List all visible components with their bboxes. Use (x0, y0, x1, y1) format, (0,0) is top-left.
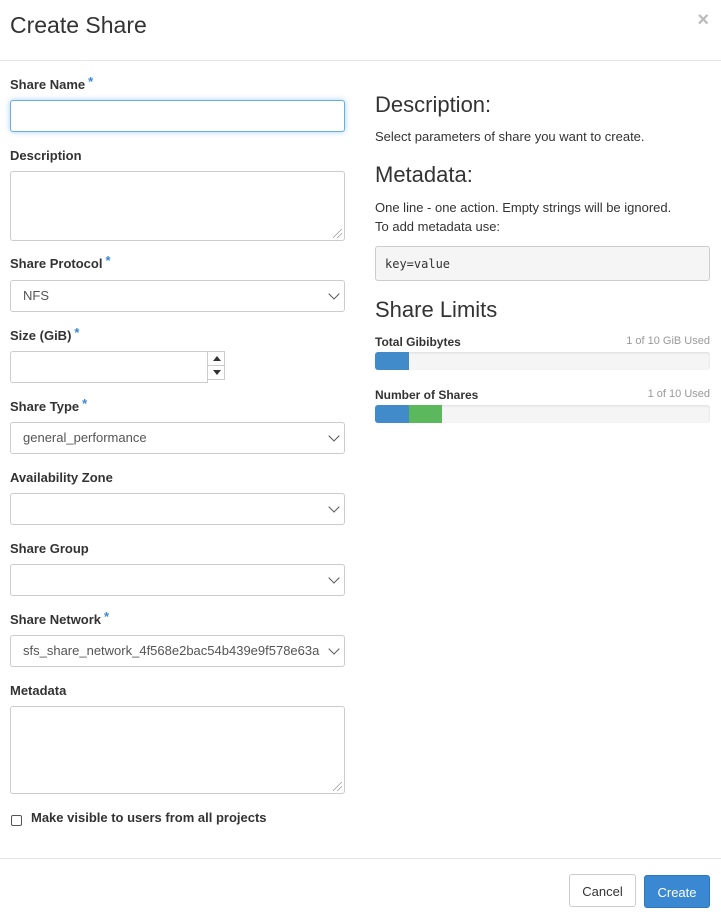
resize-grip-icon[interactable] (333, 782, 342, 791)
share-type-select[interactable]: general_performance (10, 422, 345, 454)
caret-down-icon (213, 370, 221, 375)
description-heading: Description: (375, 92, 492, 117)
shares-quota-used-text: 1 of 10 Used (647, 388, 710, 400)
required-marker: * (74, 325, 80, 340)
size-decrement-button[interactable] (207, 365, 225, 380)
metadata-label: Metadata (10, 683, 67, 698)
close-icon[interactable]: × (697, 10, 709, 30)
required-marker: * (105, 253, 111, 268)
share-group-select[interactable] (10, 564, 345, 596)
share-name-input[interactable] (10, 100, 345, 132)
share-limits-heading: Share Limits (375, 297, 498, 322)
public-checkbox[interactable] (11, 815, 22, 826)
caret-up-icon (213, 356, 221, 361)
shares-progress-bar (375, 405, 710, 423)
cancel-button[interactable]: Cancel (569, 874, 636, 907)
availability-zone-label: Availability Zone (10, 470, 113, 485)
shares-added-segment (408, 405, 442, 423)
metadata-help-line2: To add metadata use: (375, 219, 501, 234)
chevron-down-icon (328, 430, 340, 442)
chevron-down-icon (328, 288, 340, 300)
modal-header: Create Share × (0, 0, 721, 61)
metadata-heading: Metadata: (375, 162, 473, 187)
required-marker: * (104, 609, 110, 624)
size-label: Size (GiB) * (10, 325, 80, 343)
share-type-value: general_performance (23, 430, 147, 445)
share-group-label: Share Group (10, 541, 89, 556)
share-protocol-select[interactable]: NFS (10, 280, 345, 312)
share-protocol-value: NFS (23, 288, 49, 303)
shares-quota-label: Number of Shares (375, 388, 479, 402)
required-marker: * (82, 396, 88, 411)
size-input[interactable] (10, 351, 208, 383)
description-textarea[interactable] (10, 171, 345, 241)
share-network-label: Share Network * (10, 609, 110, 627)
gibibytes-progress-bar (375, 352, 710, 370)
chevron-down-icon (328, 501, 340, 513)
modal-title: Create Share (10, 12, 147, 38)
metadata-help-line1: One line - one action. Empty strings wil… (375, 200, 672, 215)
chevron-down-icon (328, 572, 340, 584)
required-marker: * (88, 74, 94, 89)
gibibytes-used-segment (375, 352, 409, 370)
share-type-label: Share Type * (10, 396, 88, 414)
description-label: Description (10, 148, 82, 163)
gibibytes-quota-label: Total Gibibytes (375, 335, 461, 349)
share-network-value: sfs_share_network_4f568e2bac54b439e9f578… (23, 643, 320, 658)
create-button[interactable]: Create (644, 875, 710, 908)
gibibytes-quota-used-text: 1 of 10 GiB Used (626, 335, 710, 347)
public-checkbox-label[interactable]: Make visible to users from all projects (31, 810, 267, 825)
metadata-textarea[interactable] (10, 706, 345, 794)
size-increment-button[interactable] (207, 351, 225, 366)
share-name-label: Share Name * (10, 74, 94, 92)
share-network-select[interactable]: sfs_share_network_4f568e2bac54b439e9f578… (10, 635, 345, 667)
resize-grip-icon[interactable] (333, 229, 342, 238)
metadata-example-code: key=value (375, 246, 710, 281)
shares-used-segment (375, 405, 409, 423)
description-help-text: Select parameters of share you want to c… (375, 129, 645, 144)
chevron-down-icon (328, 643, 340, 655)
availability-zone-select[interactable] (10, 493, 345, 525)
share-protocol-label: Share Protocol * (10, 253, 111, 271)
